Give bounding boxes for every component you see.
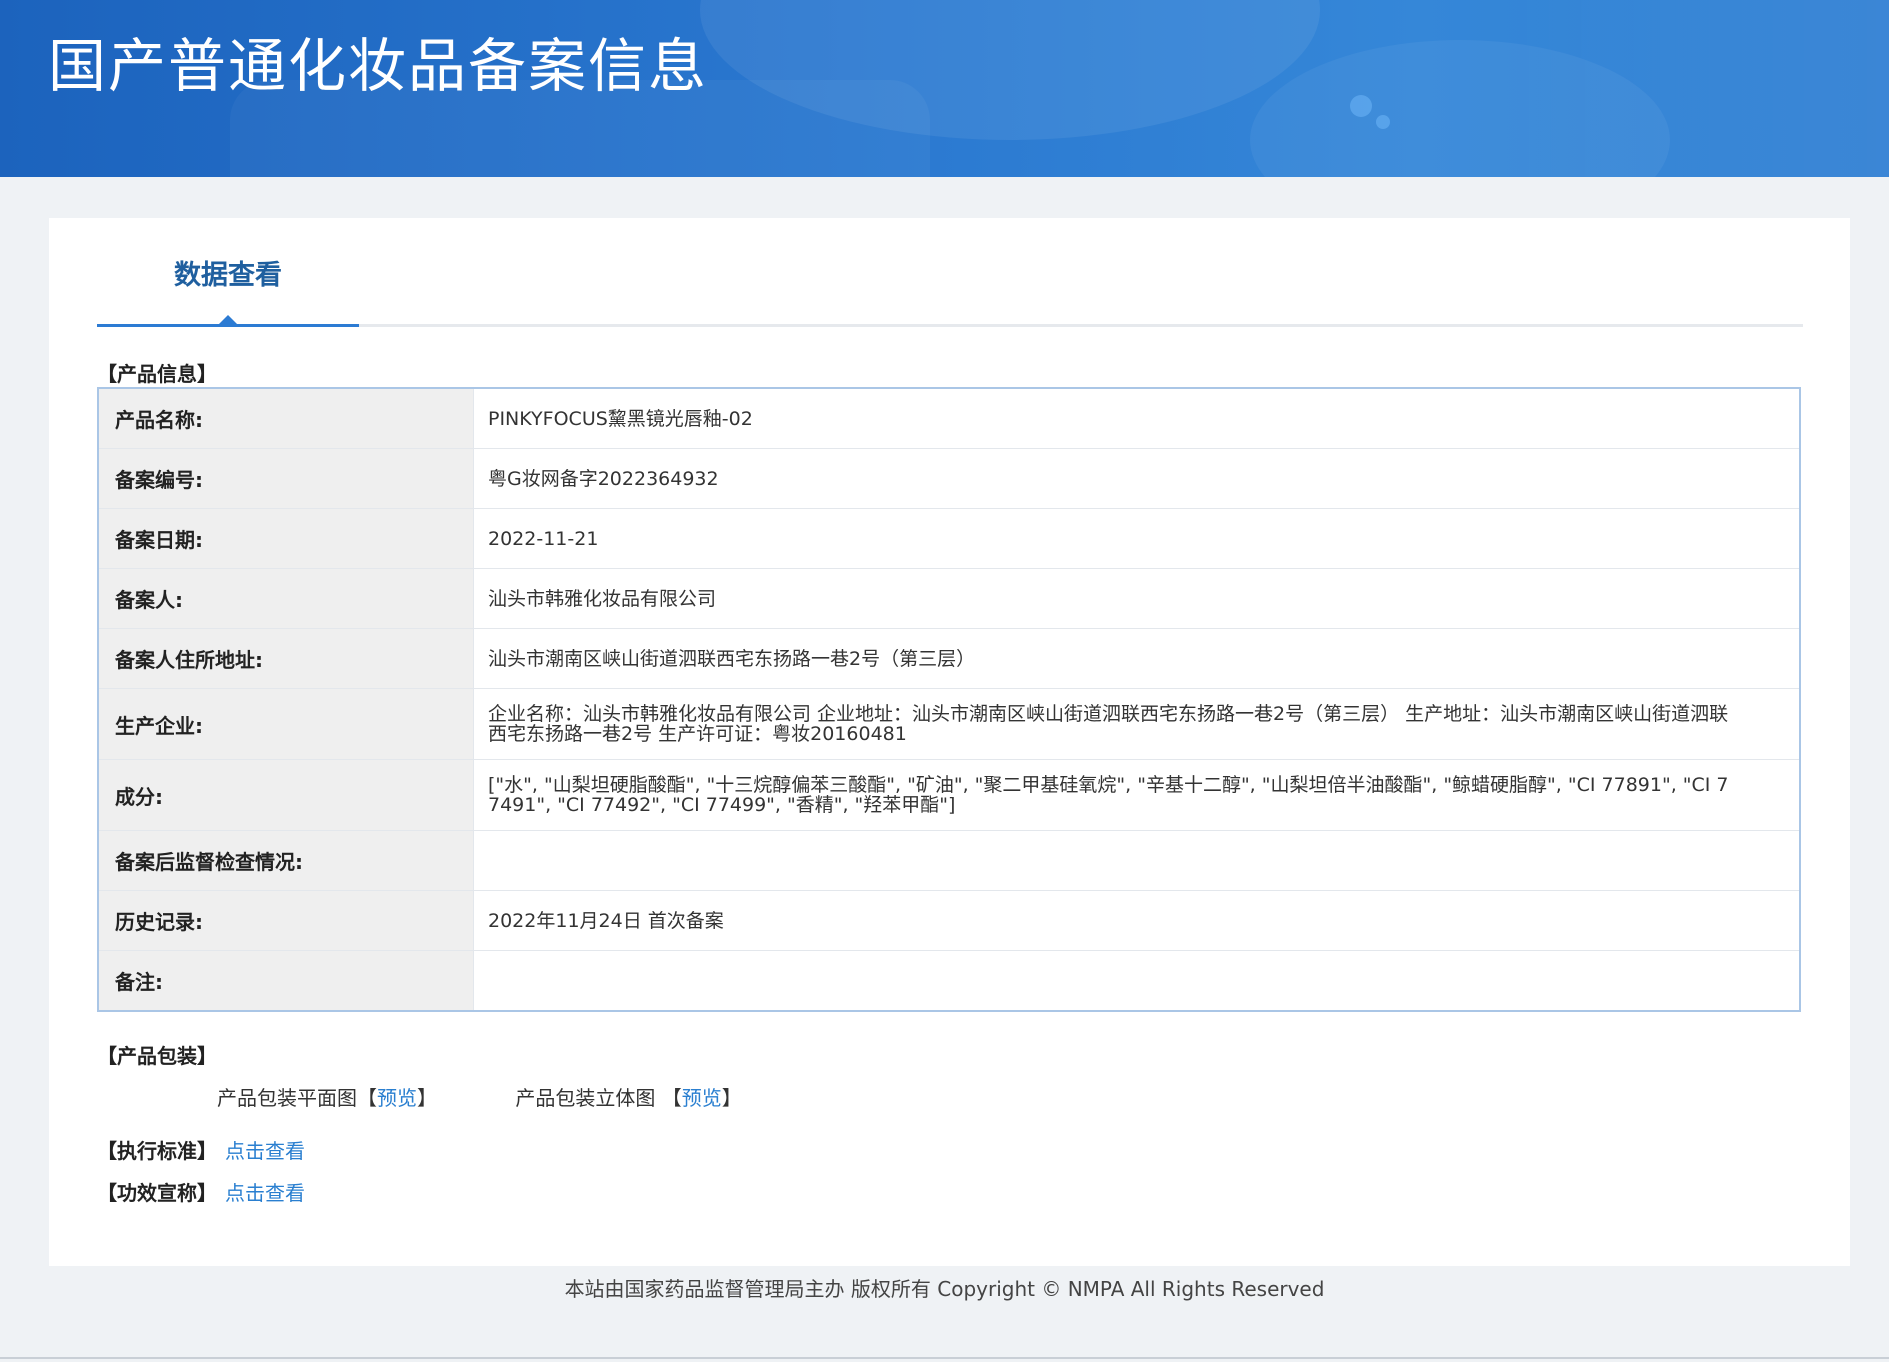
banner-decoration [1500,0,1889,177]
efficacy-label: 【功效宣称】 [97,1181,217,1205]
packaging-stereo-label: 产品包装立体图 [515,1086,656,1110]
banner-decoration [1350,95,1372,117]
bracket-close: 】 [721,1086,742,1110]
header-banner: 国产普通化妆品备案信息 [0,0,1889,177]
stereo-preview-link[interactable]: 预览 [682,1086,722,1110]
table-row: 历史记录: 2022年11月24日 首次备案 [98,890,1800,951]
field-value: PINKYFOCUS黧黑镜光唇釉-02 [488,407,753,430]
field-label: 历史记录: [98,890,474,951]
bracket-open: 【 [357,1086,377,1110]
packaging-flat-label: 产品包装平面图 [217,1086,357,1110]
tab-label: 数据查看 [174,260,282,291]
field-value: 粤G妆网备字2022364932 [473,448,1800,509]
product-info-heading: 【产品信息】 [97,362,217,386]
field-value: 2022年11月24日 首次备案 [473,890,1800,951]
tab-bar: 数据查看 [97,218,1803,327]
table-row: 备案后监督检查情况: [98,830,1800,891]
efficacy-row: 【功效宣称】 点击查看 [97,1180,305,1206]
product-info-table: 产品名称: PINKYFOCUS黧黑镜光唇釉-02 备案编号: 粤G妆网备字20… [97,387,1801,1012]
field-label: 备案日期: [98,508,474,569]
field-label: 备案人住所地址: [98,628,474,689]
tab-caret-icon [219,315,237,324]
page-title: 国产普通化妆品备案信息 [48,32,709,100]
table-row: 备案编号: 粤G妆网备字2022364932 [98,448,1800,509]
packaging-flat-item: 产品包装平面图【预览】 [217,1085,437,1111]
field-value: 汕头市潮南区峡山街道泗联西宅东扬路一巷2号（第三层） [473,628,1800,689]
field-label: 产品名称: [98,388,474,449]
field-label: 备案人: [98,568,474,629]
field-label: 成分: [98,759,474,831]
bracket-close: 】 [417,1086,437,1110]
field-value [473,830,1800,891]
field-label: 生产企业: [98,688,474,760]
bottom-divider [0,1357,1889,1359]
efficacy-view-link[interactable]: 点击查看 [225,1181,305,1205]
field-label: 备案后监督检查情况: [98,830,474,891]
flat-preview-link[interactable]: 预览 [377,1086,417,1110]
packaging-stereo-item: 产品包装立体图 【预览】 [515,1085,741,1111]
banner-decoration [1376,115,1390,129]
table-row: 产品名称: PINKYFOCUS黧黑镜光唇釉-02 [98,388,1800,449]
field-value: 企业名称：汕头市韩雅化妆品有限公司 企业地址：汕头市潮南区峡山街道泗联西宅东扬路… [473,688,1800,760]
packaging-links: 产品包装平面图【预览】 产品包装立体图 【预览】 [217,1085,742,1111]
standards-view-link[interactable]: 点击查看 [225,1139,305,1163]
field-value: 汕头市韩雅化妆品有限公司 [473,568,1800,629]
standards-label: 【执行标准】 [97,1139,217,1163]
table-row: 备案日期: 2022-11-21 [98,508,1800,569]
standards-row: 【执行标准】 点击查看 [97,1138,305,1164]
content-card: 数据查看 【产品信息】 产品名称: PINKYFOCUS黧黑镜光唇釉-02 备案… [49,218,1850,1266]
footer-copyright: 本站由国家药品监督管理局主办 版权所有 Copyright © NMPA All… [564,1277,1325,1301]
table-row: 备注: [98,950,1800,1011]
field-value: ["水", "山梨坦硬脂酸酯", "十三烷醇偏苯三酸酯", "矿油", "聚二甲… [473,759,1800,831]
tab-active-indicator [97,324,359,327]
field-label: 备案编号: [98,448,474,509]
field-value: 2022-11-21 [473,508,1800,569]
table-row: 成分: ["水", "山梨坦硬脂酸酯", "十三烷醇偏苯三酸酯", "矿油", … [98,759,1800,831]
table-row: 备案人: 汕头市韩雅化妆品有限公司 [98,568,1800,629]
table-row: 生产企业: 企业名称：汕头市韩雅化妆品有限公司 企业地址：汕头市潮南区峡山街道泗… [98,688,1800,760]
packaging-heading: 【产品包装】 [97,1044,217,1068]
field-value [473,950,1800,1011]
bracket-open: 【 [661,1086,682,1110]
table-row: 备案人住所地址: 汕头市潮南区峡山街道泗联西宅东扬路一巷2号（第三层） [98,628,1800,689]
field-label: 备注: [98,950,474,1011]
tab-data-view[interactable]: 数据查看 [97,258,359,327]
